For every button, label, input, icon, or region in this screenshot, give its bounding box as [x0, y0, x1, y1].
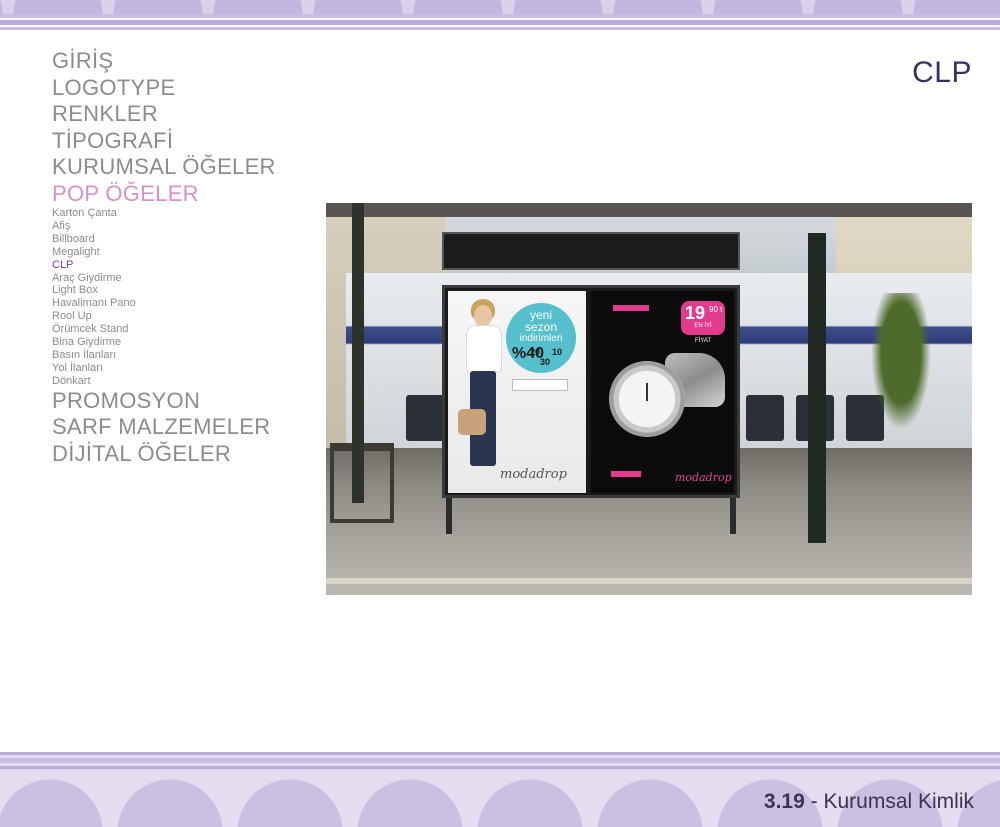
bottom-stripe — [0, 752, 1000, 755]
page-title: CLP — [912, 56, 972, 89]
station-pole — [352, 203, 364, 503]
watch-icon — [609, 361, 685, 437]
nav-subitem-donkart[interactable]: Dönkart — [52, 375, 292, 388]
nav-subitem-bina-giydirme[interactable]: Bina Giydirme — [52, 336, 292, 349]
pink-tag — [611, 471, 641, 477]
nav-item-sarf-malzemeler[interactable]: SARF MALZEMELER — [52, 414, 292, 441]
brand-logo: modadrop — [500, 467, 567, 482]
watch-hand — [646, 383, 648, 401]
nav-subitem-billboard[interactable]: Billboard — [52, 233, 292, 246]
model-shirt — [466, 325, 502, 373]
price-value: 19 — [685, 303, 706, 323]
price-label: EN İYİ — [694, 323, 712, 329]
nav-item-giris[interactable]: GİRİŞ — [52, 48, 292, 75]
train-window — [746, 395, 784, 441]
station-roof — [326, 203, 972, 217]
bottom-stripe — [0, 766, 1000, 769]
poster-watch-price: 19 90 t EN İYİ FİYAT modadrop — [591, 291, 734, 493]
nav-subitem-arac-giydirme[interactable]: Araç Giydirme — [52, 272, 292, 285]
top-stripe — [0, 27, 1000, 30]
price-unit: 90 t — [709, 305, 723, 314]
nav-subitem-havalimani-pano[interactable]: Havalimanı Pano — [52, 297, 292, 310]
nav-sub-group: Karton Çanta Afiş Billboard Megalight CLP Ara… — [52, 207, 292, 388]
clp-leg — [446, 498, 452, 534]
pink-tag — [613, 305, 649, 311]
nav-subitem-karton-canta[interactable]: Karton Çanta — [52, 207, 292, 220]
clp-leg — [730, 498, 736, 534]
top-stripe — [0, 20, 1000, 25]
top-circle-pattern — [0, 0, 1000, 14]
nav-subitem-light-box[interactable]: Light Box — [52, 284, 292, 297]
nav-subitem-yol-ilanlari[interactable]: Yol İlanları — [52, 362, 292, 375]
nav-subitem-clp[interactable]: CLP — [52, 259, 292, 272]
nav-subitem-megalight[interactable]: Megalight — [52, 246, 292, 259]
nav-item-pop-ogeler[interactable]: POP ÖĞELER — [52, 181, 292, 208]
price-label: FİYAT — [694, 338, 712, 344]
station-pole — [808, 233, 826, 543]
nav-subitem-rool-up[interactable]: Rool Up — [52, 310, 292, 323]
nav-subitem-orumcek-stand[interactable]: Örümcek Stand — [52, 323, 292, 336]
model-head — [474, 305, 492, 327]
nav-item-renkler[interactable]: RENKLER — [52, 101, 292, 128]
discount-bubble: yeni sezon indirimleri %40 20 30 10 — [506, 303, 576, 373]
discount-value: 20 — [530, 347, 541, 357]
top-stripe — [0, 14, 1000, 18]
footer-separator: - — [804, 790, 824, 813]
section-navigation: GİRİŞ LOGOTYPE RENKLER TİPOGRAFİ KURUMSAL ÖĞ… — [52, 48, 292, 467]
nav-subitem-basin-ilanlari[interactable]: Basın İlanları — [52, 349, 292, 362]
bubble-line: indirimleri — [519, 333, 563, 344]
bottom-stripe — [0, 758, 1000, 763]
platform-edge — [326, 578, 972, 584]
train-window — [406, 395, 444, 441]
nav-item-dijital-ogeler[interactable]: DİJİTAL ÖĞELER — [52, 441, 292, 468]
nav-subitem-afis[interactable]: Afiş — [52, 220, 292, 233]
page-number: 3.19 — [763, 790, 805, 813]
handbag — [458, 409, 486, 435]
brand-logo: modadrop — [675, 471, 732, 484]
poster-seasonal-sale: yeni sezon indirimleri %40 20 30 10 moda… — [448, 291, 586, 493]
page-footer: 3.19 - Kurumsal Kimlik — [764, 790, 974, 814]
discount-value: 30 — [540, 357, 551, 367]
nav-main-group-top: GİRİŞ LOGOTYPE RENKLER TİPOGRAFİ KURUMSAL ÖĞ… — [52, 48, 292, 207]
nav-item-promosyon[interactable]: PROMOSYON — [52, 388, 292, 415]
promo-strip — [512, 379, 568, 391]
nav-item-logotype[interactable]: LOGOTYPE — [52, 75, 292, 102]
nav-item-kurumsal-ogeler[interactable]: KURUMSAL ÖĞELER — [52, 154, 292, 181]
clp-header-panel — [442, 232, 740, 270]
nav-item-tipografi[interactable]: TİPOGRAFİ — [52, 128, 292, 155]
document-title: Kurumsal Kimlik — [823, 790, 974, 813]
potted-plant — [866, 293, 936, 443]
discount-value: 10 — [552, 347, 563, 357]
nav-main-group-bottom: PROMOSYON SARF MALZEMELER DİJİTAL ÖĞELER — [52, 388, 292, 468]
clp-mockup-photo: yeni sezon indirimleri %40 20 30 10 moda… — [326, 203, 972, 595]
bubble-line: sezon — [524, 320, 558, 334]
top-decorative-band — [0, 0, 1000, 34]
price-badge: 19 90 t EN İYİ — [681, 301, 725, 335]
